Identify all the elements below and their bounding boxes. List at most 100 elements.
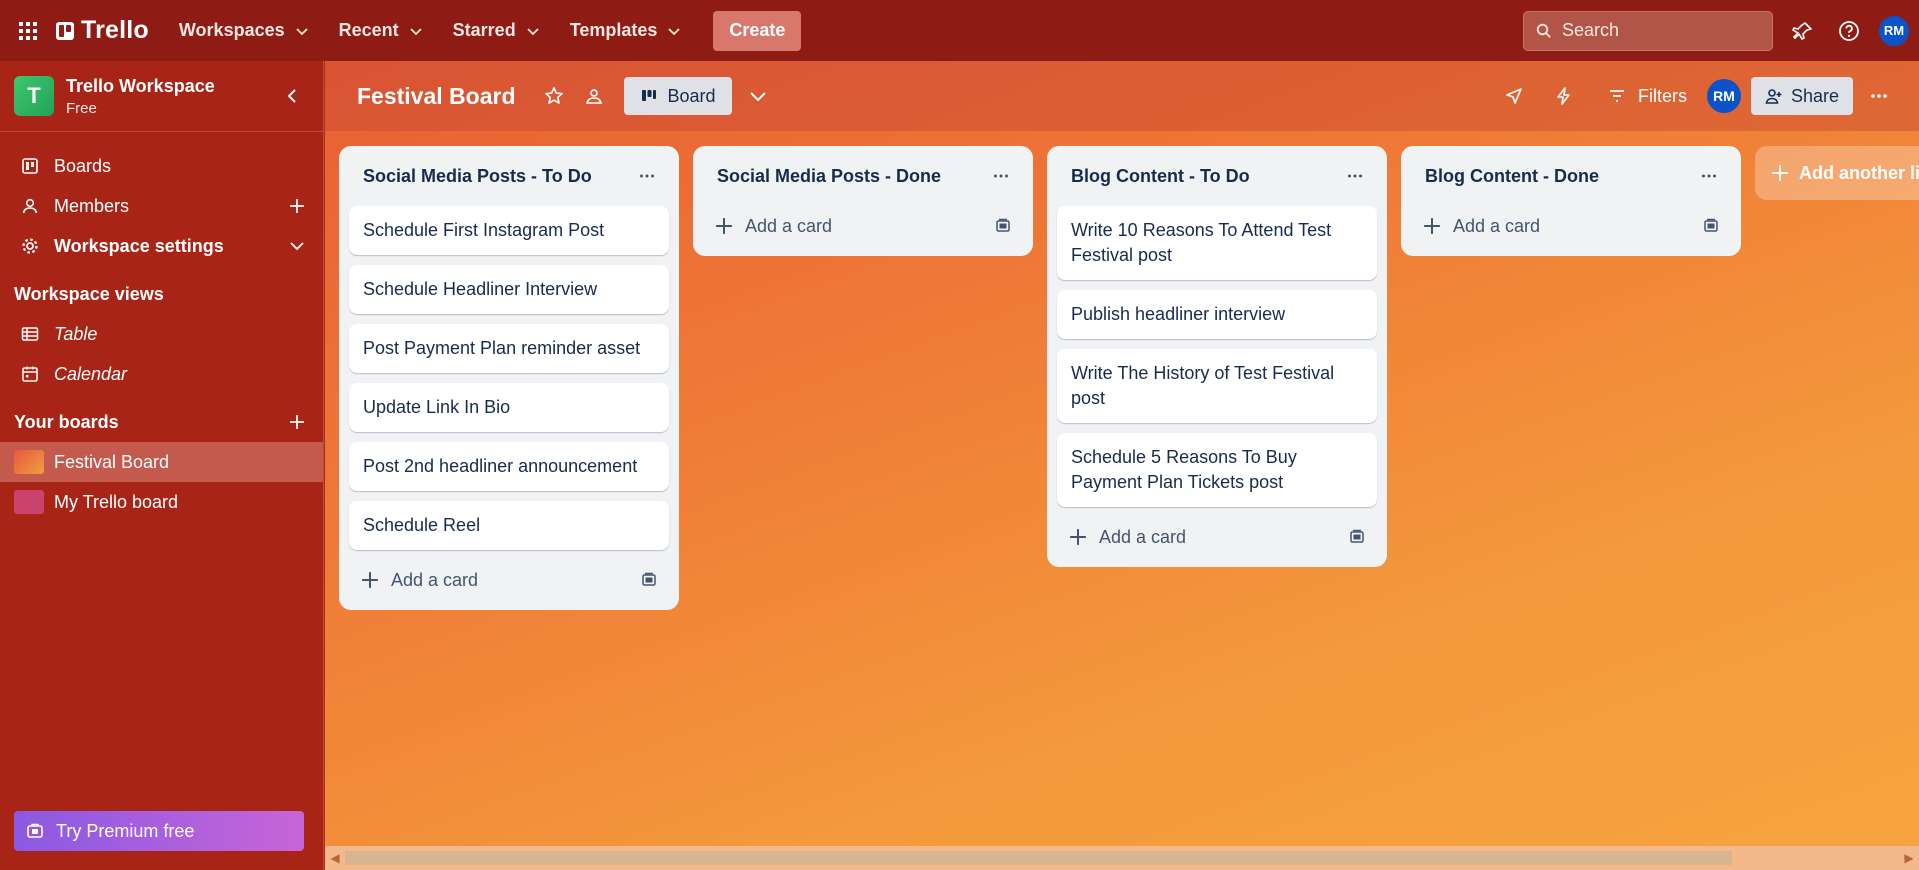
list-blog-content-done[interactable]: Blog Content - Done Add a card [1401,146,1741,256]
workspace-sidebar: T Trello Workspace Free Boards Members W… [0,61,324,870]
card[interactable]: Schedule 5 Reasons To Buy Payment Plan T… [1057,433,1377,507]
add-card-row: Add a card [1411,206,1731,246]
sidebar-item-table-view[interactable]: Table [0,314,323,354]
create-from-template-icon[interactable] [1697,212,1725,240]
sidebar-item-label: Calendar [54,363,128,384]
create-from-template-icon[interactable] [635,566,663,594]
plus-icon [1424,218,1440,234]
card[interactable]: Schedule Headliner Interview [349,265,669,314]
workspace-name[interactable]: Trello Workspace [66,76,215,97]
sidebar-board-festival[interactable]: Festival Board [0,442,323,482]
views-dropdown-icon[interactable] [742,80,774,112]
sidebar-item-workspace-settings[interactable]: Workspace settings [0,226,323,266]
chevron-left-icon [287,89,296,103]
add-list-label: Add another list [1799,162,1919,183]
card[interactable]: Write The History of Test Festival post [1057,349,1377,423]
card[interactable]: Write 10 Reasons To Attend Test Festival… [1057,206,1377,280]
filters-button[interactable]: Filters [1598,86,1697,107]
star-icon[interactable] [538,80,570,112]
list-title[interactable]: Blog Content - To Do [1071,166,1250,187]
sidebar-item-boards[interactable]: Boards [0,146,323,186]
add-card-button[interactable]: Add a card [745,216,832,237]
nav-recent-label: Recent [338,20,399,40]
workspace-plan: Free [66,99,97,117]
list-title[interactable]: Social Media Posts - Done [717,166,941,187]
automation-icon[interactable] [1548,80,1580,112]
table-icon [20,324,40,344]
visibility-icon[interactable] [578,80,610,112]
power-ups-icon[interactable] [1498,80,1530,112]
sidebar-item-label: Table [54,323,98,344]
member-avatar[interactable]: RM [1706,79,1741,113]
create-button[interactable]: Create [713,10,802,51]
list-actions-icon[interactable] [1693,160,1725,192]
nav-starred-label: Starred [452,20,516,40]
card[interactable]: Post Payment Plan reminder asset [349,324,669,373]
list-header: Social Media Posts - Done [703,146,1023,206]
your-boards-heading: Your boards [0,402,323,442]
add-card-button[interactable]: Add a card [1099,527,1186,548]
card[interactable]: Post 2nd headliner announcement [349,442,669,491]
add-member-button[interactable] [285,194,309,218]
notifications-icon[interactable] [1787,15,1819,47]
collapse-sidebar-button[interactable] [277,80,309,112]
nav-starred-menu[interactable]: Starred [441,13,552,49]
scrollbar-track[interactable] [345,851,1899,865]
nav-workspaces-menu[interactable]: Workspaces [167,13,321,49]
add-card-row: Add a card [1057,517,1377,557]
trello-logo-icon [56,21,74,40]
list-actions-icon[interactable] [985,160,1017,192]
scroll-right-icon[interactable]: ▶ [1899,851,1919,865]
list-title[interactable]: Social Media Posts - To Do [363,166,592,187]
create-from-template-icon[interactable] [1343,523,1371,551]
nav-workspaces-label: Workspaces [178,20,285,40]
card[interactable]: Publish headliner interview [1057,290,1377,339]
list-social-media-to-do[interactable]: Social Media Posts - To Do Schedule Firs… [339,146,679,610]
trello-logo[interactable]: Trello [56,16,149,45]
your-boards-label: Your boards [14,411,119,432]
list-title[interactable]: Blog Content - Done [1425,166,1599,187]
scroll-left-icon[interactable]: ◀ [325,851,345,865]
card[interactable]: Schedule Reel [349,501,669,550]
create-board-button[interactable] [285,410,309,434]
brand-name: Trello [81,16,149,44]
add-another-list-button[interactable]: Add another list [1755,146,1919,200]
sidebar-item-label: Workspace settings [54,235,224,256]
share-button[interactable]: Share [1750,77,1853,115]
sidebar-item-calendar-view[interactable]: Calendar [0,354,323,394]
app-switcher-icon[interactable] [12,15,44,47]
list-social-media-done[interactable]: Social Media Posts - Done Add a card [693,146,1033,256]
board-title[interactable]: Festival Board [357,83,516,110]
search-input[interactable]: Search [1523,10,1773,51]
nav-templates-label: Templates [569,20,658,40]
card[interactable]: Schedule First Instagram Post [349,206,669,255]
person-icon [20,196,40,216]
boards-icon [20,156,40,176]
add-card-button[interactable]: Add a card [1453,216,1540,237]
expand-settings-button[interactable] [285,234,309,258]
nav-recent-menu[interactable]: Recent [327,13,435,49]
add-card-button[interactable]: Add a card [391,570,478,591]
board-view-button[interactable]: Board [623,77,732,115]
scrollbar-thumb[interactable] [345,851,1732,865]
sidebar-board-my-trello[interactable]: My Trello board [0,482,323,522]
list-header: Blog Content - Done [1411,146,1731,206]
premium-label: Try Premium free [56,820,195,841]
sidebar-item-label: Members [54,195,130,216]
create-from-template-icon[interactable] [989,212,1017,240]
nav-templates-menu[interactable]: Templates [558,13,694,49]
list-actions-icon[interactable] [631,160,663,192]
try-premium-button[interactable]: Try Premium free [14,811,304,851]
more-options-icon[interactable] [1863,80,1895,112]
card[interactable]: Update Link In Bio [349,383,669,432]
search-placeholder: Search [1562,20,1620,40]
list-actions-icon[interactable] [1339,160,1371,192]
board-color-swatch [14,450,44,474]
account-avatar[interactable]: RM [1879,15,1909,46]
plus-icon [1070,529,1086,545]
list-blog-content-to-do[interactable]: Blog Content - To Do Write 10 Reasons To… [1047,146,1387,567]
help-icon[interactable] [1833,15,1865,47]
horizontal-scrollbar[interactable]: ◀ ▶ [325,846,1919,870]
plus-icon [716,218,732,234]
sidebar-item-members[interactable]: Members [0,186,323,226]
